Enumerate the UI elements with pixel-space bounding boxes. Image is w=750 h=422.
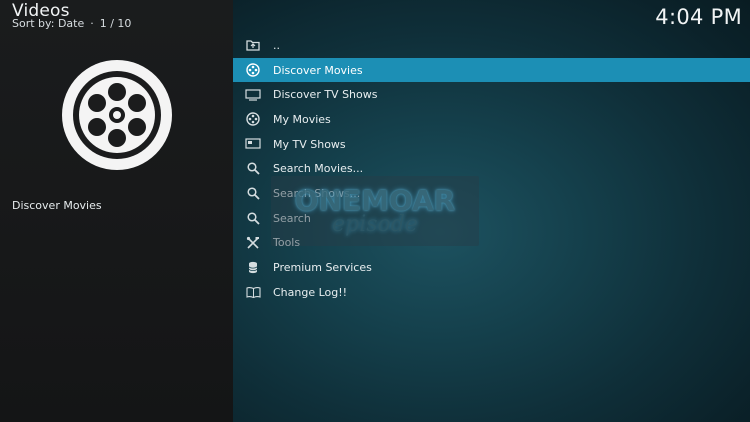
watermark-line-2: episode xyxy=(332,212,418,237)
list-item-label: Premium Services xyxy=(273,261,372,275)
sort-label: Sort by: Date xyxy=(12,17,85,30)
list-item-label: Search Movies... xyxy=(273,162,364,176)
search-icon xyxy=(233,162,273,175)
onemoar-episode-watermark: ONEMOAR episode xyxy=(271,176,479,246)
list-item-label: .. xyxy=(273,38,280,52)
menu-list: .. Discover Movies Discover TV Shows My … xyxy=(233,33,750,305)
selected-item-label: Discover Movies xyxy=(12,199,102,212)
search-icon xyxy=(233,187,273,200)
list-item-my-movies[interactable]: My Movies xyxy=(233,107,750,132)
list-item-discover-movies[interactable]: Discover Movies xyxy=(233,57,750,83)
item-position: 1 / 10 xyxy=(99,17,132,30)
info-panel: Videos Sort by: Date · 1 / 10 Discover M… xyxy=(0,0,233,422)
sort-info[interactable]: Sort by: Date · 1 / 10 xyxy=(12,17,131,30)
list-item-label: My Movies xyxy=(273,112,331,126)
list-item-label: Discover Movies xyxy=(273,63,363,77)
list-item-label: Change Log!! xyxy=(273,285,348,299)
book-icon xyxy=(233,286,273,299)
parent-folder-icon xyxy=(233,39,273,51)
list-item-label: My TV Shows xyxy=(273,137,346,151)
kodi-screen: Videos Sort by: Date · 1 / 10 Discover M… xyxy=(0,0,750,422)
film-reel-icon xyxy=(233,112,273,127)
tv-icon xyxy=(233,138,273,150)
film-reel-icon xyxy=(60,58,174,172)
list-item-parent[interactable]: .. xyxy=(233,33,750,58)
tv-icon xyxy=(233,89,273,101)
list-item-premium-services[interactable]: Premium Services xyxy=(233,255,750,280)
tools-icon xyxy=(233,236,273,250)
separator-dot: · xyxy=(90,17,94,30)
database-icon xyxy=(233,261,273,274)
list-item-discover-tv-shows[interactable]: Discover TV Shows xyxy=(233,82,750,107)
film-reel-icon xyxy=(233,63,273,77)
list-item-change-log[interactable]: Change Log!! xyxy=(233,280,750,305)
list-item-label: Discover TV Shows xyxy=(273,88,378,102)
search-icon xyxy=(233,212,273,225)
clock: 4:04 PM xyxy=(655,5,742,29)
list-item-my-tv-shows[interactable]: My TV Shows xyxy=(233,132,750,157)
